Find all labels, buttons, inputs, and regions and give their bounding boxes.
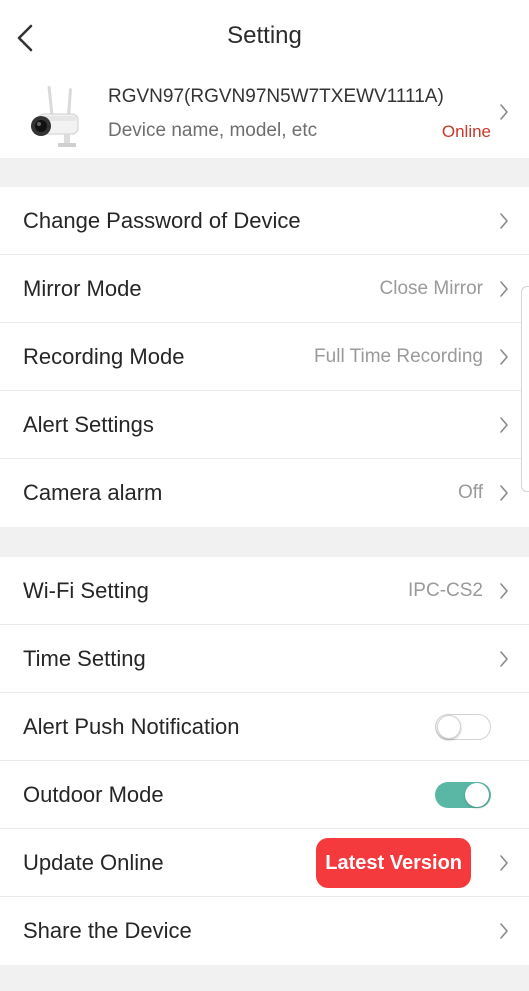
device-info-row[interactable]: RGVN97(RGVN97N5W7TXEWV1111A) Device name… <box>0 78 529 158</box>
toggle-knob <box>437 715 461 739</box>
row-label: Outdoor Mode <box>23 782 164 807</box>
settings-group-network: Wi-Fi Setting IPC-CS2 Time Setting Alert… <box>0 557 529 965</box>
row-label: Alert Push Notification <box>23 714 240 739</box>
row-camera-alarm[interactable]: Camera alarm Off <box>0 459 529 527</box>
row-label: Recording Mode <box>23 344 185 369</box>
row-label: Wi-Fi Setting <box>23 578 149 603</box>
row-alert-push-notification: Alert Push Notification <box>0 693 529 761</box>
row-value: IPC-CS2 <box>408 580 483 601</box>
chevron-right-icon <box>499 416 509 434</box>
chevron-right-icon <box>499 650 509 668</box>
device-status: Online <box>441 122 491 141</box>
chevron-right-icon <box>499 348 509 366</box>
row-value: Close Mirror <box>379 278 483 299</box>
row-mirror-mode[interactable]: Mirror Mode Close Mirror <box>0 255 529 323</box>
settings-group-device: Change Password of Device Mirror Mode Cl… <box>0 187 529 527</box>
row-value: Off <box>458 482 483 503</box>
row-recording-mode[interactable]: Recording Mode Full Time Recording <box>0 323 529 391</box>
camera-icon <box>31 86 79 147</box>
row-label: Time Setting <box>23 646 146 671</box>
row-change-password[interactable]: Change Password of Device <box>0 187 529 255</box>
row-wifi-setting[interactable]: Wi-Fi Setting IPC-CS2 <box>0 557 529 625</box>
chevron-right-icon <box>499 922 509 940</box>
row-alert-settings[interactable]: Alert Settings <box>0 391 529 459</box>
header: Setting <box>0 0 529 78</box>
row-label: Share the Device <box>23 918 192 943</box>
chevron-right-icon <box>499 484 509 502</box>
row-value: Full Time Recording <box>314 346 483 367</box>
row-outdoor-mode: Outdoor Mode <box>0 761 529 829</box>
row-label: Mirror Mode <box>23 276 142 301</box>
chevron-right-icon <box>499 103 509 121</box>
chevron-right-icon <box>499 212 509 230</box>
row-update-online[interactable]: Update Online Latest Version <box>0 829 529 897</box>
settings-page: Setting RGVN97(RGVN97N5W7TXEWV1111A) Dev… <box>0 0 529 991</box>
chevron-right-icon <box>499 280 509 298</box>
device-name: RGVN97(RGVN97N5W7TXEWV1111A) <box>108 86 444 107</box>
page-title: Setting <box>227 22 302 49</box>
row-label: Change Password of Device <box>23 208 301 233</box>
latest-version-badge[interactable]: Latest Version <box>316 838 471 888</box>
toggle-knob <box>465 783 489 807</box>
chevron-right-icon <box>499 582 509 600</box>
row-time-setting[interactable]: Time Setting <box>0 625 529 693</box>
row-share-device[interactable]: Share the Device <box>0 897 529 965</box>
alert-push-toggle[interactable] <box>435 714 491 740</box>
device-subtitle: Device name, model, etc <box>108 120 318 141</box>
row-label: Update Online <box>23 850 164 875</box>
chevron-right-icon <box>499 854 509 872</box>
row-label: Camera alarm <box>23 480 163 505</box>
outdoor-mode-toggle[interactable] <box>435 782 491 808</box>
row-label: Alert Settings <box>23 412 154 437</box>
scrollbar[interactable] <box>521 286 529 492</box>
